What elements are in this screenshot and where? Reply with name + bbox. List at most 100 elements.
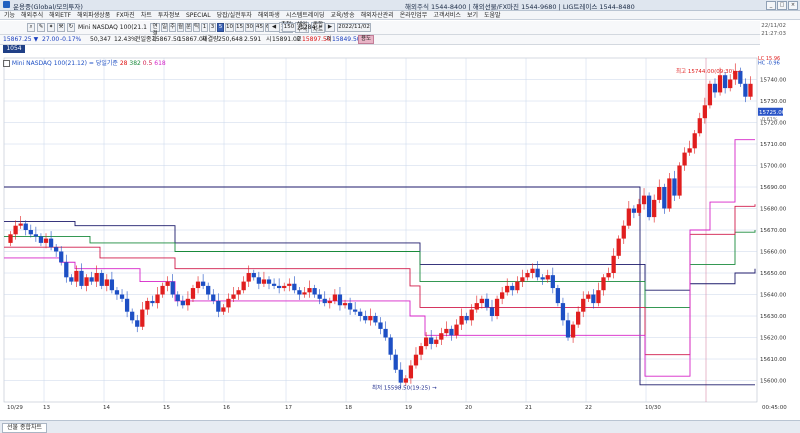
candle-body [560, 303, 566, 321]
candle-body [641, 195, 647, 205]
candle-body [631, 208, 637, 213]
candle-body [358, 311, 363, 316]
clock: 22/11/02 21:27:03 [761, 22, 786, 38]
app-title: 운용중(Global/모의투자) [13, 3, 83, 11]
candle-body [515, 281, 520, 291]
change-points: 27.00 [42, 36, 60, 43]
period-button-1[interactable]: 일 [161, 23, 168, 32]
period-button-9[interactable]: 10 [225, 23, 234, 32]
bulb-icon[interactable]: ✦ [47, 23, 55, 32]
pencil-icon[interactable]: ✎ [37, 23, 45, 32]
y-tick-label: 15700.00 [760, 164, 787, 170]
legend-val-3: 0.5 [142, 60, 153, 67]
period-button-12[interactable]: 45 [255, 23, 264, 32]
period-button-5[interactable]: 틱 [193, 23, 200, 32]
current-price-label: 15725.00 [759, 110, 786, 116]
wrench-icon[interactable]: ⚒ [57, 23, 65, 32]
chart-legend: Mini NASDAQ 100(21.12) = 당일기준 28 382 0.5… [3, 58, 166, 67]
menu-item-6[interactable]: 투자정보 [158, 11, 180, 19]
prev-arrow-icon[interactable]: ◀ [268, 23, 280, 32]
candle-body [626, 208, 631, 226]
candle-body [119, 294, 125, 299]
x-tick-label: 10/30 [645, 405, 661, 411]
period-button-11[interactable]: 30 [245, 23, 254, 32]
candle-body [312, 288, 317, 295]
menu-item-2[interactable]: 해외ETF [49, 11, 71, 19]
period-button-8[interactable]: 5 [217, 23, 224, 32]
candle-body [484, 298, 490, 308]
menu-item-5[interactable]: 차트 [141, 11, 152, 19]
candle-body [646, 195, 652, 218]
menu-item-7[interactable]: SPECIAL [186, 11, 211, 19]
candle-body [246, 273, 251, 282]
candle-body [292, 283, 297, 291]
search-icon[interactable]: ⌕ [27, 23, 35, 32]
candle-body [251, 273, 256, 278]
candle-body [297, 290, 302, 295]
refresh-icon[interactable]: ↻ [67, 23, 75, 32]
candle-body [606, 273, 611, 278]
menu-item-10[interactable]: 시스템트레이딩 [286, 11, 325, 19]
quote-bar: 15867.25 ▼ 27.00 -0.17% 50,347 12.43% 전일… [0, 35, 760, 45]
menu-item-0[interactable]: 기능 [4, 11, 15, 19]
usage-button[interactable]: 용도 [358, 35, 374, 44]
next-arrow-icon[interactable]: ▶ [325, 23, 335, 32]
candle-body [175, 294, 180, 301]
candle-body [591, 294, 596, 304]
candle-body [353, 309, 358, 312]
candle-body [216, 300, 221, 312]
candle-body [64, 262, 69, 278]
period-button-6[interactable]: 1 [201, 23, 208, 32]
candle-body [170, 281, 175, 295]
menu-item-9[interactable]: 해외파생 [258, 11, 280, 19]
candle-body [722, 75, 728, 89]
candle-body [479, 298, 484, 304]
quote-price: 15867.25 ▼ [3, 35, 38, 44]
period-button-4[interactable]: 분 [185, 23, 192, 32]
period-button-2[interactable]: 주 [169, 23, 176, 32]
period-button-0[interactable]: 연결 [150, 23, 160, 37]
maximize-icon[interactable]: □ [777, 1, 787, 10]
menu-item-13[interactable]: 온라인업무 [400, 11, 428, 19]
menu-item-8[interactable]: 당잡/실전투자 [217, 11, 252, 19]
menu-item-4[interactable]: FX마진 [116, 11, 135, 19]
candle-body [236, 290, 241, 295]
high-annotation: 최고 15744.00(09:30) → [676, 67, 741, 75]
y-tick-label: 15660.00 [760, 250, 787, 256]
legend-box-icon [3, 60, 10, 67]
candle-body [555, 288, 561, 304]
y-tick-label: 15610.00 [760, 357, 787, 363]
menu-item-3[interactable]: 해외파생상품 [77, 11, 110, 19]
period-button-10[interactable]: 15 [235, 23, 244, 32]
close-icon[interactable]: × [788, 1, 798, 10]
candle-body [99, 273, 104, 286]
price-chart[interactable]: 15600.00 15610.00 15620.00 15630.00 15640.00… [0, 46, 800, 421]
candle-body [388, 337, 393, 355]
menu-item-12[interactable]: 해외자산관리 [361, 11, 394, 19]
candle-body [677, 165, 682, 196]
y-tick-label: 15640.00 [760, 293, 787, 299]
minimize-icon[interactable]: _ [766, 1, 776, 10]
menu-item-14[interactable]: 고객서비스 [433, 11, 461, 19]
candle-body [226, 298, 231, 308]
x-tick-label: 21 [525, 405, 532, 411]
menu-bar: 기능 해외주식 해외ETF 해외파생상품 FX마진 차트 투자정보 SPECIAL 당잡/실전투… [0, 11, 800, 20]
period-button-3[interactable]: 월 [177, 23, 184, 32]
menu-item-11[interactable]: 교육/방송 [330, 11, 354, 19]
x-tick-label: 20 [465, 405, 472, 411]
candle-body [505, 285, 510, 293]
candle-body [109, 279, 115, 291]
y-tick-label: 15680.00 [760, 207, 787, 213]
candle-body [342, 303, 348, 306]
menu-item-1[interactable]: 해외주식 [21, 11, 43, 19]
y-tick-label: 15600.00 [760, 379, 787, 385]
candle-body [124, 298, 130, 312]
date-input[interactable]: 2022/11/02 [337, 23, 371, 32]
menu-item-15[interactable]: 보기 [467, 11, 478, 19]
candle-body [423, 337, 429, 347]
count-input[interactable]: 150 [282, 23, 296, 32]
candle-body [712, 83, 718, 93]
x-tick-label: 15 [163, 405, 170, 411]
menu-item-16[interactable]: 도움말 [484, 11, 501, 19]
period-button-7[interactable]: 3 [209, 23, 216, 32]
